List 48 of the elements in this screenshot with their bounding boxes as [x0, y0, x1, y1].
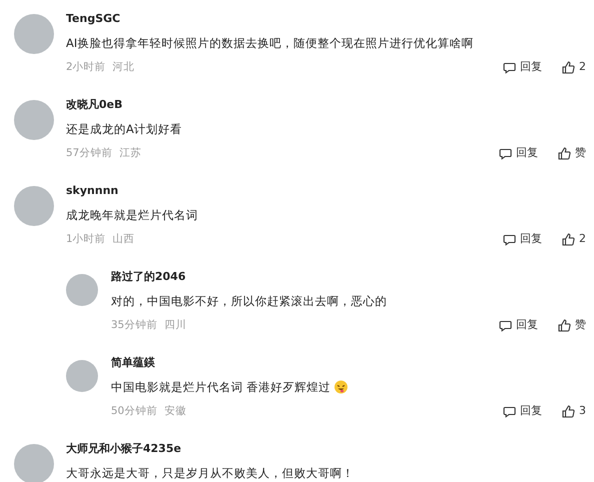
avatar [66, 360, 98, 392]
thumbs-up-icon [562, 404, 575, 418]
comment-icon [503, 232, 516, 246]
comment-icon [503, 404, 516, 418]
thumbs-up-icon [562, 232, 575, 246]
thumbs-up-icon [558, 146, 571, 160]
reply-button[interactable]: 回复 [503, 59, 542, 75]
comment-location: 江苏 [119, 146, 142, 161]
avatar [14, 444, 54, 482]
like-button[interactable]: 赞 [558, 145, 586, 161]
avatar [14, 186, 54, 226]
comment-time: 57分钟前 [66, 146, 112, 161]
reply-button[interactable]: 回复 [499, 145, 538, 161]
reply-button[interactable]: 回复 [503, 403, 542, 419]
like-button[interactable]: 2 [562, 231, 586, 247]
comment-location: 河北 [112, 60, 135, 75]
comment-location: 山西 [112, 232, 135, 247]
user-name[interactable]: 路过了的2046 [111, 269, 586, 285]
comment-icon [499, 146, 512, 160]
user-name[interactable]: skynnnn [66, 183, 586, 199]
like-button[interactable]: 赞 [558, 317, 586, 333]
comment-text: 对的，中国电影不好，所以你赶紧滚出去啊，恶心的 [111, 293, 387, 309]
comment-icon [503, 60, 516, 74]
comment-location: 安徽 [164, 404, 186, 419]
reply-button[interactable]: 回复 [503, 231, 542, 247]
avatar [66, 274, 98, 306]
comment-time: 50分钟前 [111, 404, 158, 419]
comment-time: 2小时前 [66, 60, 106, 75]
thumbs-up-icon [558, 318, 571, 332]
avatar [14, 100, 54, 140]
avatar [14, 14, 54, 54]
like-button[interactable]: 3 [562, 403, 586, 419]
user-name[interactable]: TengSGC [66, 11, 586, 27]
comment-text: 大哥永远是大哥，只是岁月从不败美人，但败大哥啊！ [66, 465, 354, 481]
comment-text: 还是成龙的A计划好看 [66, 121, 182, 137]
like-button[interactable]: 2 [562, 59, 586, 75]
comment-icon [499, 318, 512, 332]
user-name[interactable]: 大师兄和小猴子4235e [66, 441, 586, 457]
reply-button[interactable]: 回复 [499, 317, 538, 333]
thumbs-up-icon [562, 60, 575, 74]
comment-time: 1小时前 [66, 232, 106, 247]
comment-text: 中国电影就是烂片代名词 香港好歹辉煌过 [111, 379, 331, 395]
comment-location: 四川 [164, 318, 186, 333]
user-name[interactable]: 简单蕴鍈 [111, 355, 586, 371]
comment-text: AI换脸也得拿年轻时候照片的数据去换吧，随便整个现在照片进行优化算啥啊 [66, 35, 474, 51]
comment-time: 35分钟前 [111, 318, 158, 333]
user-name[interactable]: 改晓凡0eB [66, 97, 586, 113]
comment-text: 成龙晚年就是烂片代名词 [66, 207, 198, 223]
